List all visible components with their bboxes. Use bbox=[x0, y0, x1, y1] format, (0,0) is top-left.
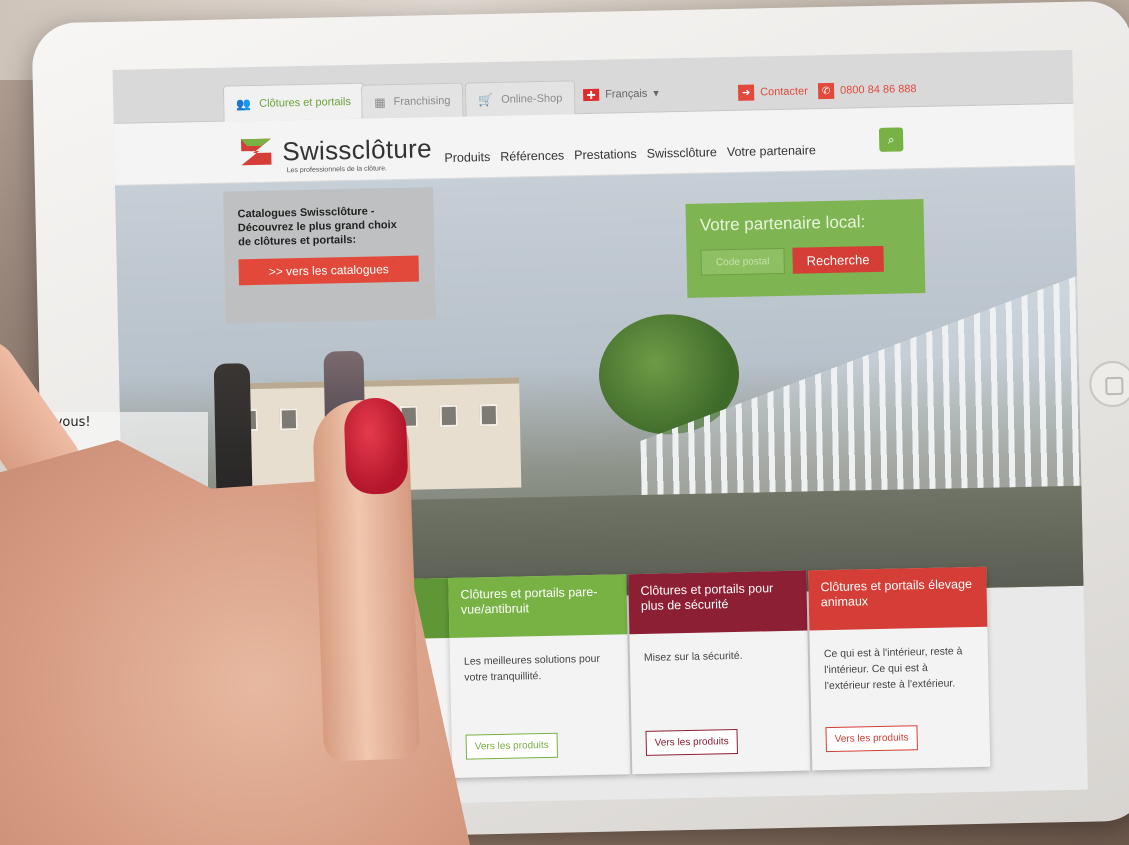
card-2[interactable]: Clôtures et portails pare-vue/antibruit … bbox=[448, 574, 631, 778]
contact-label: Contacter bbox=[760, 85, 808, 99]
main-nav: Produits Références Prestations Swissclô… bbox=[444, 143, 816, 165]
swisscloture-logo-icon[interactable] bbox=[239, 135, 274, 170]
postal-code-input[interactable] bbox=[700, 247, 785, 276]
nav-swisscloture[interactable]: Swissclôture bbox=[647, 145, 717, 160]
chevron-down-icon: ▾ bbox=[653, 87, 659, 100]
nav-produits[interactable]: Produits bbox=[444, 150, 490, 165]
language-selector[interactable]: Français ▾ bbox=[583, 86, 659, 101]
tab-franchising[interactable]: ▦ Franchising bbox=[360, 82, 464, 119]
tab-clotures[interactable]: 👥 Clôtures et portails bbox=[222, 82, 365, 122]
contact-link[interactable]: ➜ Contacter bbox=[737, 83, 808, 101]
phone-number: 0800 84 86 888 bbox=[839, 83, 917, 97]
search-icon: ⌕ bbox=[887, 132, 895, 147]
card-text: Les meilleures solutions pour votre tran… bbox=[463, 652, 601, 684]
card-title: Clôtures et portails pour plus de sécuri… bbox=[628, 570, 808, 635]
phone-icon: ✆ bbox=[817, 82, 835, 100]
swiss-flag-icon bbox=[583, 88, 600, 101]
language-label: Français bbox=[605, 87, 648, 101]
card-text: Ce qui est à l'intérieur, reste à l'inté… bbox=[823, 645, 963, 693]
view-products-button[interactable]: Vers les produits bbox=[465, 732, 558, 760]
tab-label: Online-Shop bbox=[501, 92, 563, 106]
nav-prestations[interactable]: Prestations bbox=[574, 147, 637, 162]
catalog-line-3: de clôtures et portails: bbox=[238, 233, 357, 249]
card-4[interactable]: Clôtures et portails élevage animaux Ce … bbox=[808, 566, 991, 771]
building-icon: ▦ bbox=[374, 94, 386, 109]
card-title: Clôtures et portails élevage animaux bbox=[808, 566, 988, 631]
fingernail bbox=[343, 396, 409, 496]
partner-search-box: Votre partenaire local: Recherche bbox=[685, 198, 926, 298]
card-3[interactable]: Clôtures et portails pour plus de sécuri… bbox=[628, 570, 811, 775]
users-icon: 👥 bbox=[236, 96, 252, 111]
partner-title: Votre partenaire local: bbox=[699, 212, 866, 235]
nav-votre-partenaire[interactable]: Votre partenaire bbox=[727, 143, 816, 159]
search-button[interactable]: ⌕ bbox=[878, 127, 904, 152]
card-text: Misez sur la sécurité. bbox=[643, 649, 743, 664]
tab-label: Franchising bbox=[393, 94, 451, 108]
card-title: Clôtures et portails pare-vue/antibruit bbox=[448, 574, 628, 638]
catalog-button[interactable]: >> vers les catalogues bbox=[238, 255, 420, 286]
catalog-promo: Catalogues Swissclôture - Découvrez le p… bbox=[223, 187, 436, 324]
tab-online-shop[interactable]: 🛒 Online-Shop bbox=[464, 80, 576, 117]
phone-link[interactable]: ✆ 0800 84 86 888 bbox=[817, 81, 917, 100]
view-products-button[interactable]: Vers les produits bbox=[645, 728, 738, 756]
cart-icon: 🛒 bbox=[478, 92, 494, 107]
home-button[interactable] bbox=[1088, 360, 1129, 408]
nav-references[interactable]: Références bbox=[500, 148, 564, 163]
view-products-button[interactable]: Vers les produits bbox=[825, 725, 918, 753]
arrow-right-icon: ➜ bbox=[737, 84, 755, 101]
tab-label: Clôtures et portails bbox=[259, 95, 352, 110]
partner-search-button[interactable]: Recherche bbox=[792, 245, 884, 274]
logo-text[interactable]: Swissclôture bbox=[282, 133, 432, 167]
logo-tagline: Les professionnels de la clôture. bbox=[286, 165, 388, 175]
